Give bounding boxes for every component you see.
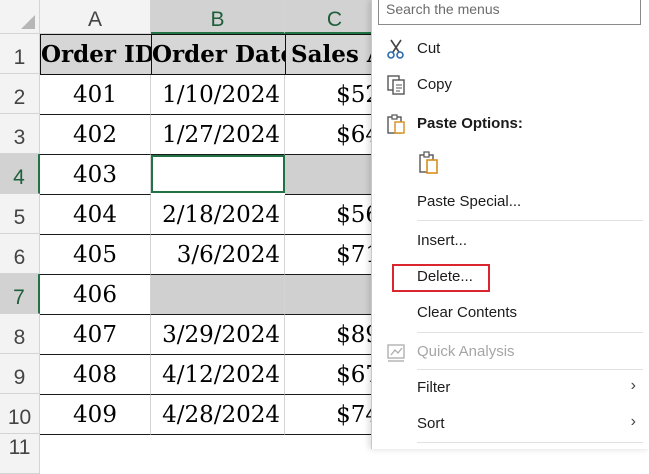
cell-a10[interactable]: 409 xyxy=(40,395,151,435)
menu-paste-special-label: Paste Special... xyxy=(417,193,522,210)
row-header-3[interactable]: 3 xyxy=(0,114,40,154)
menu-insert-label: Insert... xyxy=(417,232,468,249)
menu-paste-options-heading: Paste Options: xyxy=(372,109,649,139)
cell-b6[interactable]: 3/6/2024 xyxy=(151,235,285,275)
menu-copy-label: Copy xyxy=(417,76,453,93)
context-menu: Search the menus Cut Copy Paste Options:… xyxy=(371,0,649,449)
cell-a2[interactable]: 401 xyxy=(40,75,151,115)
menu-paste-special[interactable]: Paste Special... xyxy=(372,187,649,217)
copy-icon xyxy=(385,73,407,97)
paste-button[interactable] xyxy=(372,146,649,180)
clipboard-icon xyxy=(385,112,407,136)
select-all-corner[interactable] xyxy=(0,0,40,34)
menu-cut[interactable]: Cut xyxy=(372,34,649,64)
cell-b10[interactable]: 4/28/2024 xyxy=(151,395,285,435)
row-header-7[interactable]: 7 xyxy=(0,274,40,314)
column-header-c[interactable]: C xyxy=(285,0,385,34)
scissors-icon xyxy=(385,37,407,61)
cell-b2[interactable]: 1/10/2024 xyxy=(151,75,285,115)
menu-sort-label: Sort xyxy=(417,415,445,432)
cell-c7[interactable] xyxy=(285,275,385,315)
cell-c9[interactable]: $67 xyxy=(285,355,385,395)
cell-b8[interactable]: 3/29/2024 xyxy=(151,315,285,355)
cell-c5[interactable]: $56 xyxy=(285,195,385,235)
chevron-right-icon: › xyxy=(630,377,636,394)
menu-clear-contents[interactable]: Clear Contents xyxy=(372,298,649,328)
menu-separator xyxy=(417,332,643,333)
row-header-2[interactable]: 2 xyxy=(0,74,40,114)
cell-b5[interactable]: 2/18/2024 xyxy=(151,195,285,235)
header-order-id[interactable]: Order ID xyxy=(40,34,152,75)
cell-b3[interactable]: 1/27/2024 xyxy=(151,115,285,155)
cell-a4[interactable]: 403 xyxy=(40,155,151,195)
menu-separator xyxy=(417,442,643,443)
menu-paste-options-label: Paste Options: xyxy=(417,115,523,132)
row-header-4[interactable]: 4 xyxy=(0,154,40,194)
cell-a3[interactable]: 402 xyxy=(40,115,151,155)
menu-separator xyxy=(417,369,643,370)
row-header-11[interactable]: 11 xyxy=(0,434,40,474)
menu-copy[interactable]: Copy xyxy=(372,70,649,100)
cell-b7[interactable] xyxy=(151,275,285,315)
paste-icon xyxy=(418,150,440,174)
cell-a5[interactable]: 404 xyxy=(40,195,151,235)
column-header-a[interactable]: A xyxy=(40,0,151,34)
menu-insert[interactable]: Insert... xyxy=(372,226,649,256)
cell-a9[interactable]: 408 xyxy=(40,355,151,395)
menu-clear-contents-label: Clear Contents xyxy=(417,304,518,321)
menu-sort[interactable]: Sort › xyxy=(372,409,649,439)
cell-b9[interactable]: 4/12/2024 xyxy=(151,355,285,395)
cell-c10[interactable]: $74 xyxy=(285,395,385,435)
delete-highlight-box xyxy=(392,264,490,292)
cell-a8[interactable]: 407 xyxy=(40,315,151,355)
column-header-b[interactable]: B xyxy=(151,0,285,34)
search-menus-field[interactable]: Search the menus xyxy=(378,0,641,25)
row-header-1[interactable]: 1 xyxy=(0,34,40,74)
menu-cut-label: Cut xyxy=(417,40,441,57)
menu-quick-analysis-label: Quick Analysis xyxy=(417,343,515,360)
row-header-9[interactable]: 9 xyxy=(0,354,40,394)
cell-c4[interactable] xyxy=(285,155,385,195)
cell-c6[interactable]: $71 xyxy=(285,235,385,275)
row-header-10[interactable]: 10 xyxy=(0,394,40,434)
menu-quick-analysis[interactable]: Quick Analysis xyxy=(372,337,649,367)
cell-a7[interactable]: 406 xyxy=(40,275,151,315)
menu-filter[interactable]: Filter › xyxy=(372,373,649,403)
header-sales[interactable]: Sales A xyxy=(285,34,385,75)
search-placeholder: Search the menus xyxy=(386,1,500,17)
cell-c8[interactable]: $89 xyxy=(285,315,385,355)
row-header-5[interactable]: 5 xyxy=(0,194,40,234)
cell-c2[interactable]: $52 xyxy=(285,75,385,115)
row-header-8[interactable]: 8 xyxy=(0,314,40,354)
row-header-6[interactable]: 6 xyxy=(0,234,40,274)
menu-separator xyxy=(417,220,643,221)
cell-b4-active[interactable] xyxy=(151,155,285,193)
quick-analysis-icon xyxy=(385,340,407,364)
chevron-right-icon: › xyxy=(630,413,636,430)
cell-c3[interactable]: $64 xyxy=(285,115,385,155)
cell-a6[interactable]: 405 xyxy=(40,235,151,275)
header-order-date[interactable]: Order Date xyxy=(151,34,286,75)
menu-filter-label: Filter xyxy=(417,379,451,396)
